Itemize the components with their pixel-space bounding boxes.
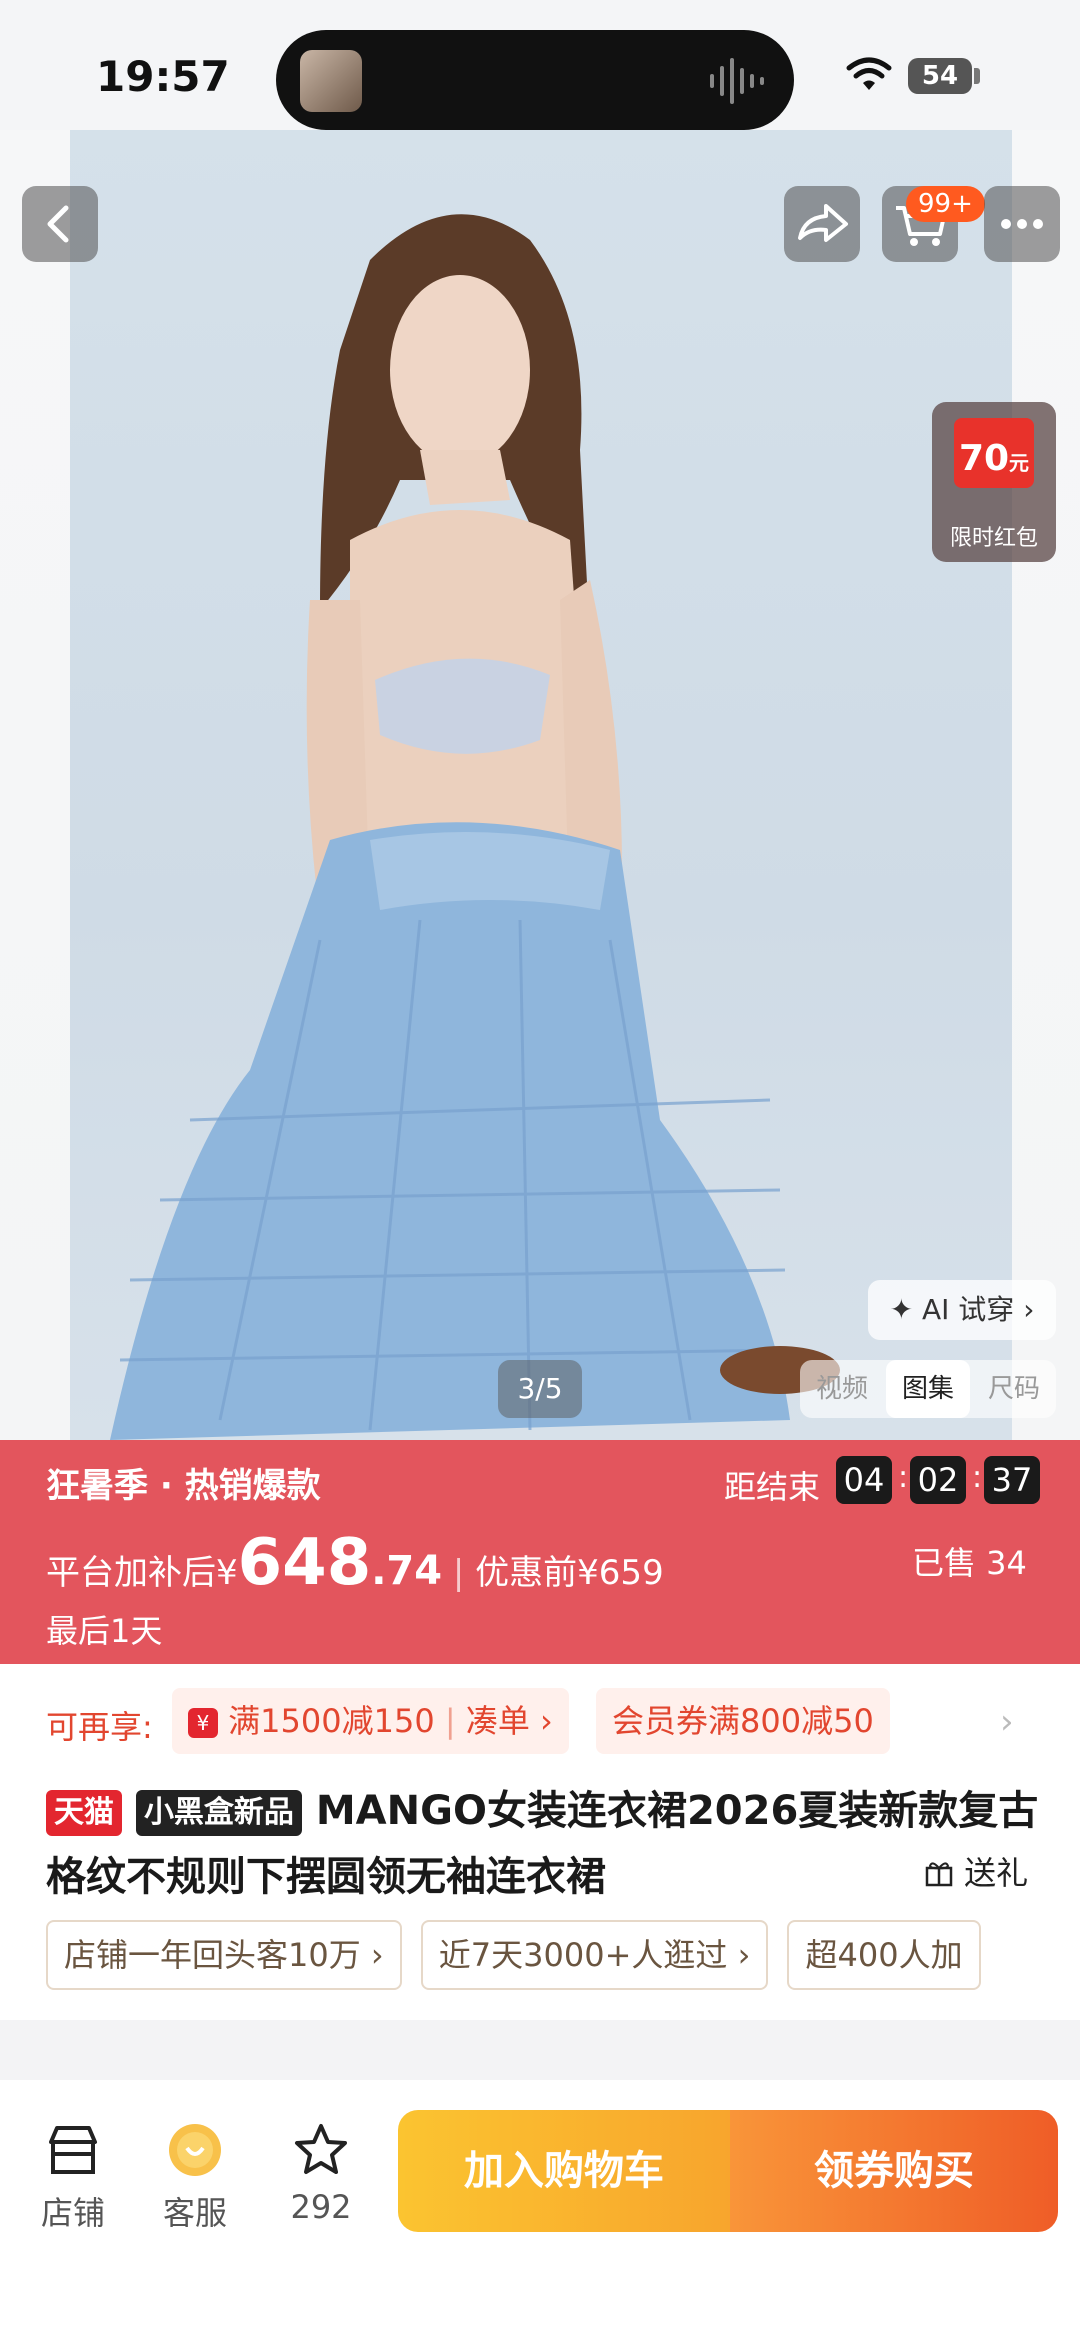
price-integer: 648 xyxy=(237,1526,372,1600)
coupon-action: 凑单 xyxy=(465,1702,530,1740)
wifi-icon xyxy=(846,57,892,90)
tmall-badge: 天猫 xyxy=(46,1790,122,1836)
coupon-threshold[interactable]: ¥ 满1500减150 | 凑单 › xyxy=(172,1688,569,1754)
buy-with-coupon-button[interactable]: 领券购买 xyxy=(730,2110,1058,2232)
price-currency: ¥ xyxy=(216,1553,238,1593)
more-button[interactable] xyxy=(984,186,1060,262)
island-avatar xyxy=(300,50,362,112)
price-prefix: 平台加补后 xyxy=(46,1553,216,1593)
product-title: 天猫 小黑盒新品 MANGO女装连衣裙2026夏装新款复古格纹不规则下摆圆领无袖… xyxy=(46,1778,1046,1910)
countdown-seconds: 37 xyxy=(984,1456,1040,1504)
promo-banner: 狂暑季 · 热销爆款 距结束 04 : 02 : 37 平台加补后¥648.74… xyxy=(0,1440,1080,1664)
social-proof-chips: 店铺一年回头客10万 › 近7天3000+人逛过 › 超400人加 xyxy=(46,1920,1080,1990)
product-gallery[interactable]: 99+ 70元 限时红包 ✦ AI 试穿 › 3/5 视频 图集 尺码 xyxy=(0,130,1080,1440)
share-button[interactable] xyxy=(784,186,860,262)
star-icon xyxy=(295,2124,347,2174)
service-label: 客服 xyxy=(162,2194,227,2232)
tab-size[interactable]: 尺码 xyxy=(972,1360,1056,1418)
original-price: 优惠前¥659 xyxy=(475,1553,664,1593)
chevron-right-icon[interactable]: › xyxy=(1000,1702,1014,1742)
favorite-count: 292 xyxy=(290,2188,352,2226)
customer-service-button[interactable]: 客服 xyxy=(150,2120,240,2234)
sparkle-icon: ✦ xyxy=(889,1293,922,1326)
redpack-amount: 70元 xyxy=(958,438,1030,479)
last-day-label: 最后1天 xyxy=(46,1612,163,1650)
member-coupon[interactable]: 会员券满800减50 xyxy=(596,1688,890,1754)
battery-indicator: 54 xyxy=(908,58,972,94)
redpack-envelope-icon: 70元 xyxy=(954,418,1034,488)
coupon-row[interactable]: 可再享: ¥ 满1500减150 | 凑单 › 会员券满800减50 › xyxy=(0,1664,1080,1764)
audio-wave-icon xyxy=(710,58,764,104)
chevron-right-icon: › xyxy=(529,1702,553,1740)
chevron-left-icon xyxy=(47,205,69,243)
coupon-lead-label: 可再享: xyxy=(46,1708,153,1746)
chevron-right-icon: › xyxy=(1014,1293,1035,1326)
countdown-sep: : xyxy=(972,1460,983,1495)
countdown-sep: : xyxy=(898,1460,909,1495)
more-dots-icon xyxy=(1001,219,1043,229)
add-to-cart-button[interactable]: 加入购物车 xyxy=(398,2110,730,2232)
media-tabs[interactable]: 视频 图集 尺码 xyxy=(800,1360,1056,1418)
limited-redpack[interactable]: 70元 限时红包 xyxy=(932,402,1056,562)
cart-badge: 99+ xyxy=(906,186,985,222)
service-avatar-icon xyxy=(169,2124,221,2176)
countdown-hours: 04 xyxy=(836,1456,892,1504)
ai-try-on-button[interactable]: ✦ AI 试穿 › xyxy=(868,1280,1056,1340)
gift-icon xyxy=(925,1862,953,1887)
redpack-label: 限时红包 xyxy=(949,526,1038,551)
price-divider: | xyxy=(452,1553,476,1593)
gift-button[interactable]: 送礼 xyxy=(924,1848,1028,1894)
image-counter: 3/5 xyxy=(498,1360,582,1418)
shop-label: 店铺 xyxy=(40,2194,105,2232)
tab-gallery[interactable]: 图集 xyxy=(886,1360,970,1418)
favorite-button[interactable]: 292 xyxy=(276,2120,366,2226)
tab-video[interactable]: 视频 xyxy=(800,1360,884,1418)
purchase-buttons: 加入购物车 领券购买 xyxy=(398,2110,1058,2232)
chip-added-count[interactable]: 超400人加 xyxy=(787,1920,981,1990)
shop-button[interactable]: 店铺 xyxy=(28,2120,118,2234)
blackbox-badge: 小黑盒新品 xyxy=(135,1790,302,1836)
countdown-minutes: 02 xyxy=(910,1456,966,1504)
product-photo[interactable] xyxy=(70,130,1012,1440)
price-row: 平台加补后¥648.74 | 优惠前¥659 xyxy=(46,1526,664,1600)
model-illustration xyxy=(110,214,840,1440)
sold-count: 已售 34 xyxy=(912,1544,1027,1582)
status-time: 19:57 xyxy=(96,52,230,101)
store-icon xyxy=(49,2126,97,2174)
promo-tag: 狂暑季 · 热销爆款 xyxy=(46,1466,321,1506)
chip-recent-visitors[interactable]: 近7天3000+人逛过 › xyxy=(420,1920,769,1990)
countdown-label: 距结束 xyxy=(724,1468,821,1506)
bottom-action-bar: 店铺 客服 292 加入购物车 领券购买 xyxy=(0,2080,1080,2341)
dynamic-island[interactable] xyxy=(276,30,794,130)
section-divider xyxy=(0,2020,1080,2080)
back-button[interactable] xyxy=(22,186,98,262)
price-decimal: .74 xyxy=(371,1548,443,1594)
battery-tip xyxy=(974,68,980,84)
coupon-yen-icon: ¥ xyxy=(188,1708,218,1738)
share-icon xyxy=(798,204,848,242)
chip-repeat-customers[interactable]: 店铺一年回头客10万 › xyxy=(46,1920,402,1990)
